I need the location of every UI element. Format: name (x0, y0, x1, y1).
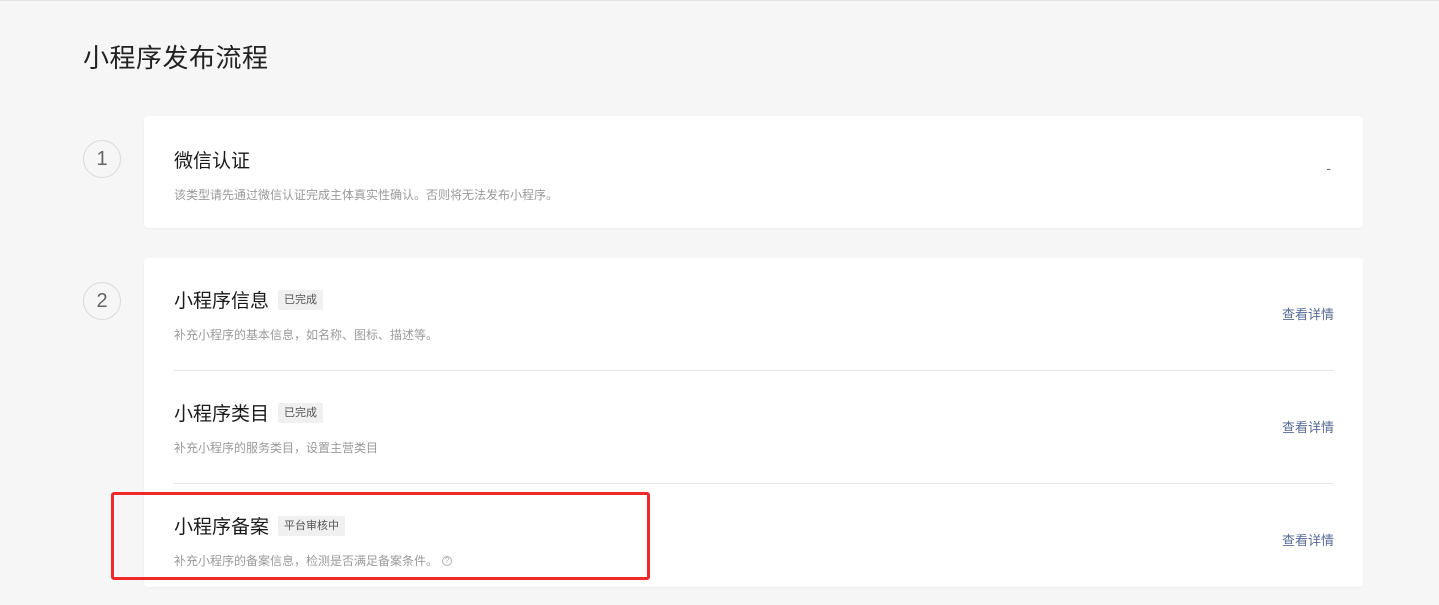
step-card-miniprogram-setup: 小程序信息 已完成 补充小程序的基本信息，如名称、图标、描述等。 查看详情 小程… (144, 258, 1363, 587)
status-badge: 已完成 (278, 402, 324, 423)
item-title: 小程序信息 已完成 (174, 286, 1333, 313)
step-item-filing: 小程序备案 平台审核中 补充小程序的备案信息，检测是否满足备案条件。 ? (174, 512, 1333, 569)
step-number-1: 1 (83, 140, 121, 178)
divider (174, 370, 1334, 371)
step-card-wechat-verify: 微信认证 该类型请先通过微信认证完成主体真实性确认。否则将无法发布小程序。 - (144, 116, 1363, 228)
item-title: 小程序类目 已完成 (174, 399, 1333, 426)
item-title: 小程序备案 平台审核中 (174, 512, 1333, 539)
help-icon[interactable]: ? (442, 555, 453, 566)
item-description: 补充小程序的基本信息，如名称、图标、描述等。 (174, 328, 439, 342)
step-item-category: 小程序类目 已完成 补充小程序的服务类目，设置主营类目 (174, 399, 1333, 456)
item-description-text: 补充小程序的备案信息，检测是否满足备案条件。 (174, 554, 439, 568)
divider (174, 483, 1334, 484)
item-title-text: 小程序信息 (174, 290, 270, 312)
item-title-text: 小程序备案 (174, 516, 270, 538)
status-badge: 已完成 (278, 289, 324, 310)
item-description: 补充小程序的备案信息，检测是否满足备案条件。 ? (174, 552, 1333, 569)
item-title: 微信认证 (174, 146, 1333, 173)
step-item-info: 小程序信息 已完成 补充小程序的基本信息，如名称、图标、描述等。 (174, 286, 1333, 343)
page-title: 小程序发布流程 (83, 44, 269, 74)
view-details-link-category[interactable]: 查看详情 (1282, 417, 1334, 436)
item-title-text: 微信认证 (174, 150, 251, 172)
view-details-link-filing[interactable]: 查看详情 (1282, 530, 1334, 549)
status-placeholder: - (1326, 162, 1331, 177)
item-title-text: 小程序类目 (174, 403, 270, 425)
item-description: 该类型请先通过微信认证完成主体真实性确认。否则将无法发布小程序。 (174, 188, 559, 202)
view-details-link-info[interactable]: 查看详情 (1282, 304, 1334, 323)
step-item-wechat-verify: 微信认证 该类型请先通过微信认证完成主体真实性确认。否则将无法发布小程序。 (174, 146, 1333, 203)
item-description: 补充小程序的服务类目，设置主营类目 (174, 441, 379, 455)
status-badge: 平台审核中 (278, 515, 346, 536)
top-divider (0, 0, 1439, 1)
step-number-2: 2 (83, 282, 121, 320)
